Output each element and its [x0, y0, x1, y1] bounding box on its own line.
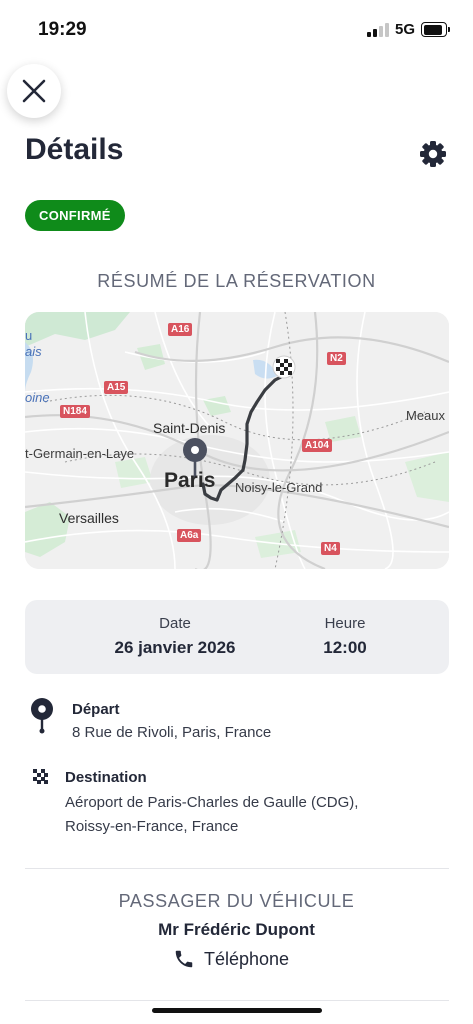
departure-address: 8 Rue de Rivoli, Paris, France: [72, 724, 272, 741]
battery-icon: [421, 22, 450, 37]
time-value: 12:00: [323, 638, 367, 657]
signal-icon: [367, 23, 389, 37]
road-label: A104: [302, 439, 332, 452]
departure-label: Départ: [72, 701, 120, 718]
map-place-label: ais: [25, 344, 42, 359]
phone-label: Téléphone: [204, 948, 290, 969]
close-icon: [22, 79, 46, 103]
phone-button[interactable]: Téléphone: [173, 946, 289, 972]
road-label: N2: [327, 352, 346, 365]
status-time: 19:29: [38, 19, 87, 40]
passenger-section-title: PASSAGER DU VÉHICULE: [118, 891, 355, 911]
settings-button[interactable]: [418, 139, 448, 169]
road-label: A15: [104, 381, 129, 394]
departure-pin-icon: [31, 698, 53, 734]
date-label: Date: [159, 615, 191, 632]
map-place-label: u: [25, 328, 33, 343]
road-label: N184: [60, 405, 90, 418]
map-place-label: Versailles: [59, 510, 119, 526]
phone-icon: [175, 950, 193, 968]
divider: [25, 1000, 449, 1001]
map-background: [25, 312, 449, 569]
map-place-label: Saint-Denis: [153, 420, 226, 436]
road-label: N4: [321, 542, 340, 555]
status-bar: 19:29 5G: [0, 0, 473, 58]
close-button[interactable]: [7, 64, 61, 118]
road-label: A6a: [177, 529, 202, 542]
road-label: A16: [168, 323, 193, 336]
home-indicator[interactable]: [152, 1008, 322, 1013]
gear-icon: [420, 141, 446, 167]
divider: [25, 868, 449, 869]
date-time-card: Date 26 janvier 2026 Heure 12:00: [25, 600, 449, 674]
network-type: 5G: [395, 21, 416, 38]
status-badge: CONFIRMÉ: [25, 200, 125, 231]
destination-label: Destination: [65, 769, 147, 786]
map-place-label: Meaux: [406, 408, 446, 423]
time-column: Heure 12:00: [295, 615, 395, 658]
checkered-flag-icon: [272, 355, 296, 379]
booking-summary-title: RÉSUMÉ DE LA RÉSERVATION: [97, 271, 376, 291]
map-place-label: Paris: [164, 469, 216, 492]
route-map[interactable]: A16 N2 A15 N184 A104 A6a N4 u ais oine S…: [25, 312, 449, 569]
destination-flag-icon: [33, 769, 48, 784]
date-column: Date 26 janvier 2026: [87, 615, 263, 658]
time-label: Heure: [324, 615, 366, 632]
map-place-label: t-Germain-en-Laye: [25, 446, 135, 461]
destination-address-line1: Aéroport de Paris-Charles de Gaulle (CDG…: [65, 794, 359, 811]
map-place-label: Noisy-le-Grand: [235, 480, 323, 495]
destination-address-line2: Roissy-en-France, France: [65, 818, 239, 835]
map-place-label: oine: [25, 390, 50, 405]
page-title: Détails: [25, 133, 124, 166]
date-value: 26 janvier 2026: [114, 638, 236, 657]
passenger-name: Mr Frédéric Dupont: [158, 920, 315, 939]
